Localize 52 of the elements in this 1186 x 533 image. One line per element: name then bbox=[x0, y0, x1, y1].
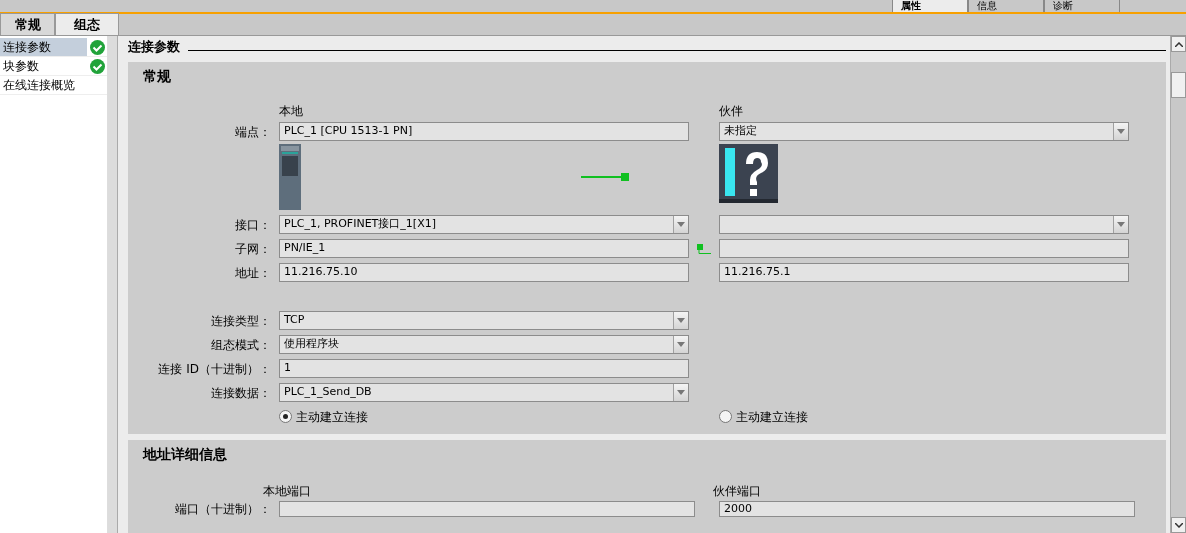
column-header: 本地端口 bbox=[263, 483, 312, 498]
column-header: 伙伴端口 bbox=[713, 483, 761, 498]
column-header: 本地 bbox=[279, 103, 304, 118]
column-header: 伙伴 bbox=[719, 103, 743, 118]
dropdown-field[interactable]: TCP bbox=[279, 311, 689, 330]
text-field[interactable]: 2000 bbox=[719, 501, 1135, 517]
section-title: 地址详细信息 bbox=[141, 445, 228, 464]
text-field[interactable] bbox=[719, 239, 1129, 258]
page-title: 连接参数 bbox=[128, 38, 180, 57]
dropdown-field[interactable] bbox=[719, 215, 1129, 234]
text-field[interactable]: PN/IE_1 bbox=[279, 239, 689, 258]
connection-line-icon bbox=[581, 173, 629, 181]
field-label: 子网： bbox=[234, 240, 271, 258]
check-icon bbox=[89, 39, 105, 55]
check-icon bbox=[89, 58, 105, 74]
scroll-thumb[interactable] bbox=[1171, 72, 1186, 98]
field-label: 连接类型： bbox=[210, 312, 271, 330]
dropdown-field[interactable]: 未指定 bbox=[719, 122, 1129, 141]
scroll-down-icon[interactable] bbox=[1171, 517, 1186, 533]
field-label: 接口： bbox=[234, 216, 271, 234]
field-label: 端点： bbox=[234, 123, 271, 141]
scrollbar[interactable] bbox=[1170, 36, 1186, 533]
plc-device-icon bbox=[279, 144, 301, 210]
dropdown-field[interactable]: PLC_1_Send_DB bbox=[279, 383, 689, 402]
radio-button[interactable] bbox=[279, 410, 292, 423]
unknown-device-icon bbox=[719, 144, 778, 203]
text-field[interactable]: 1 bbox=[279, 359, 689, 378]
field-label: 连接 ID（十进制）： bbox=[157, 360, 271, 378]
radio-label: 主动建立连接 bbox=[736, 408, 808, 426]
dropdown-field[interactable]: PLC_1, PROFINET接口_1[X1] bbox=[279, 215, 689, 234]
sidebar-item[interactable]: 块参数 bbox=[0, 57, 88, 75]
text-field[interactable]: PLC_1 [CPU 1513-1 PN] bbox=[279, 122, 689, 141]
radio-label: 主动建立连接 bbox=[296, 408, 368, 426]
field-label: 组态模式： bbox=[210, 336, 271, 354]
text-field[interactable]: 11.216.75.10 bbox=[279, 263, 689, 282]
scroll-up-icon[interactable] bbox=[1171, 36, 1186, 52]
sidebar-item[interactable]: 在线连接概览 bbox=[0, 76, 88, 94]
field-label: 连接数据： bbox=[210, 384, 271, 402]
subnet-link-icon bbox=[697, 243, 711, 254]
field-label: 端口（十进制）： bbox=[174, 501, 271, 518]
inspector-tab[interactable]: 信息 bbox=[968, 0, 1044, 12]
text-field[interactable] bbox=[279, 501, 695, 517]
sidebar-item[interactable]: 连接参数 bbox=[0, 38, 88, 56]
inspector-tab[interactable]: 诊断 bbox=[1044, 0, 1120, 12]
field-label: 地址： bbox=[234, 264, 271, 282]
section-title: 常规 bbox=[142, 67, 172, 86]
tab[interactable]: 组态 bbox=[55, 13, 119, 35]
inspector-tab[interactable]: 属性 bbox=[892, 0, 968, 12]
radio-button[interactable] bbox=[719, 410, 732, 423]
tab[interactable]: 常规 bbox=[0, 13, 55, 35]
dropdown-field[interactable]: 使用程序块 bbox=[279, 335, 689, 354]
text-field[interactable]: 11.216.75.1 bbox=[719, 263, 1129, 282]
